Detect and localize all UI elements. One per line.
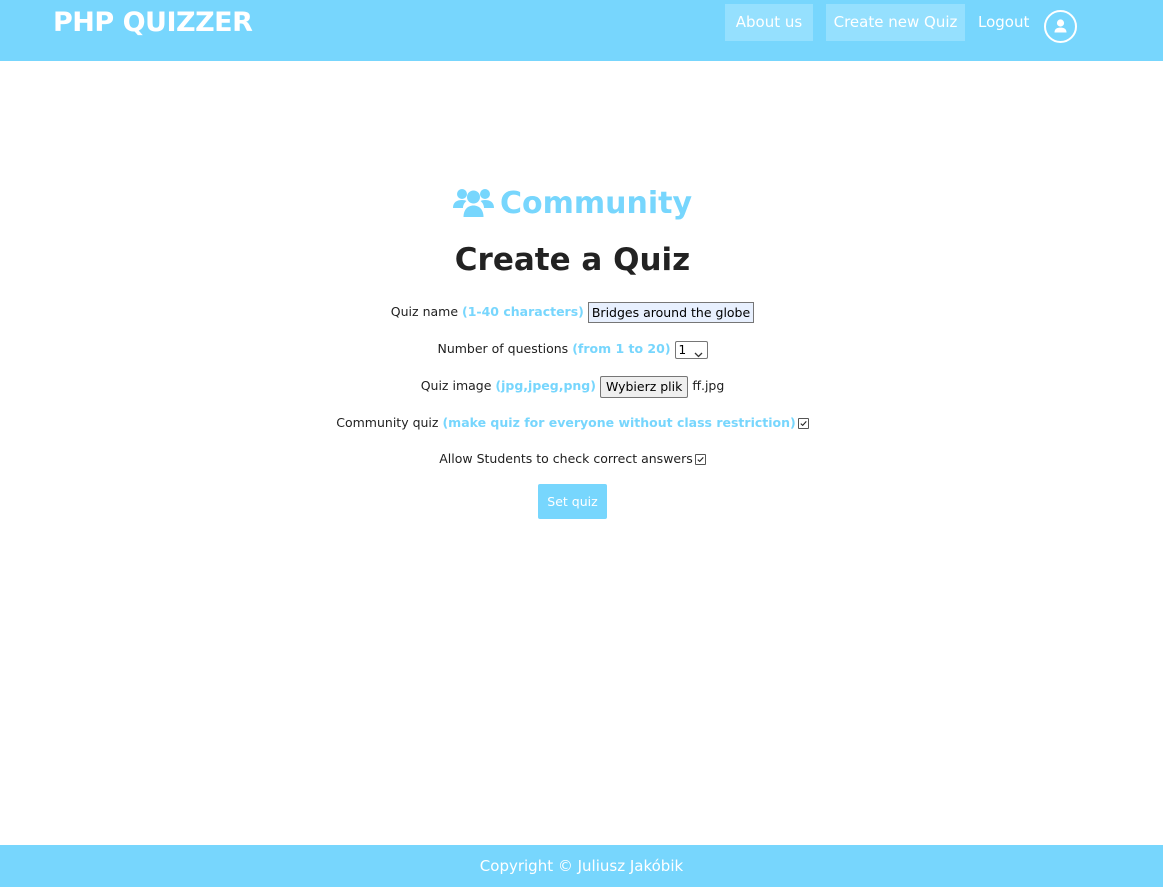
quiz-image-row: Quiz image (jpg,jpeg,png) Wybierz plik f…: [0, 375, 1145, 398]
choose-file-button[interactable]: Wybierz plik: [599, 375, 689, 398]
quiz-name-input[interactable]: Bridges around the globe: [587, 302, 755, 323]
community-quiz-checkbox[interactable]: [797, 418, 809, 429]
nav-create-quiz[interactable]: Create new Quiz: [826, 4, 965, 41]
question-count-select[interactable]: 1: [674, 340, 708, 362]
allow-check-checkbox[interactable]: [694, 454, 706, 465]
brand-logo[interactable]: PHP QUIZZER: [53, 6, 253, 40]
allow-check-row: Allow Students to check correct answers: [0, 449, 1145, 469]
users-icon: [452, 186, 494, 229]
question-count-label: Number of questions: [437, 341, 569, 356]
question-count-hint: (from 1 to 20): [572, 341, 671, 356]
chosen-file-name: ff.jpg: [692, 378, 725, 393]
allow-check-label: Allow Students to check correct answers: [439, 451, 693, 466]
page-title: Create a Quiz: [454, 242, 691, 278]
section-label: Community: [499, 186, 693, 221]
community-quiz-hint: (make quiz for everyone without class re…: [442, 415, 796, 430]
header: PHP QUIZZER About us Create new Quiz Log…: [0, 0, 1163, 61]
section-heading: Community: [0, 184, 1145, 229]
set-quiz-button[interactable]: Set quiz: [538, 484, 607, 519]
community-quiz-label: Community quiz: [336, 415, 439, 430]
footer-copyright: Copyright © Juliusz Jakóbik: [479, 857, 684, 875]
quiz-name-row: Quiz name (1-40 characters) Bridges arou…: [0, 301, 1145, 323]
question-count-row: Number of questions (from 1 to 20) 1: [0, 339, 1145, 359]
user-account-icon[interactable]: [1044, 10, 1077, 43]
chevron-down-icon: [694, 346, 703, 362]
quiz-name-hint: (1-40 characters): [462, 304, 584, 319]
nav-logout[interactable]: Logout: [978, 4, 1030, 41]
quiz-name-label: Quiz name: [390, 304, 459, 319]
quiz-image-hint: (jpg,jpeg,png): [495, 378, 596, 393]
nav-about-us[interactable]: About us: [725, 4, 813, 41]
community-quiz-row: Community quiz (make quiz for everyone w…: [0, 413, 1145, 433]
footer: Copyright © Juliusz Jakóbik: [0, 845, 1163, 887]
question-count-value: 1: [678, 342, 687, 357]
quiz-image-label: Quiz image: [420, 378, 492, 393]
